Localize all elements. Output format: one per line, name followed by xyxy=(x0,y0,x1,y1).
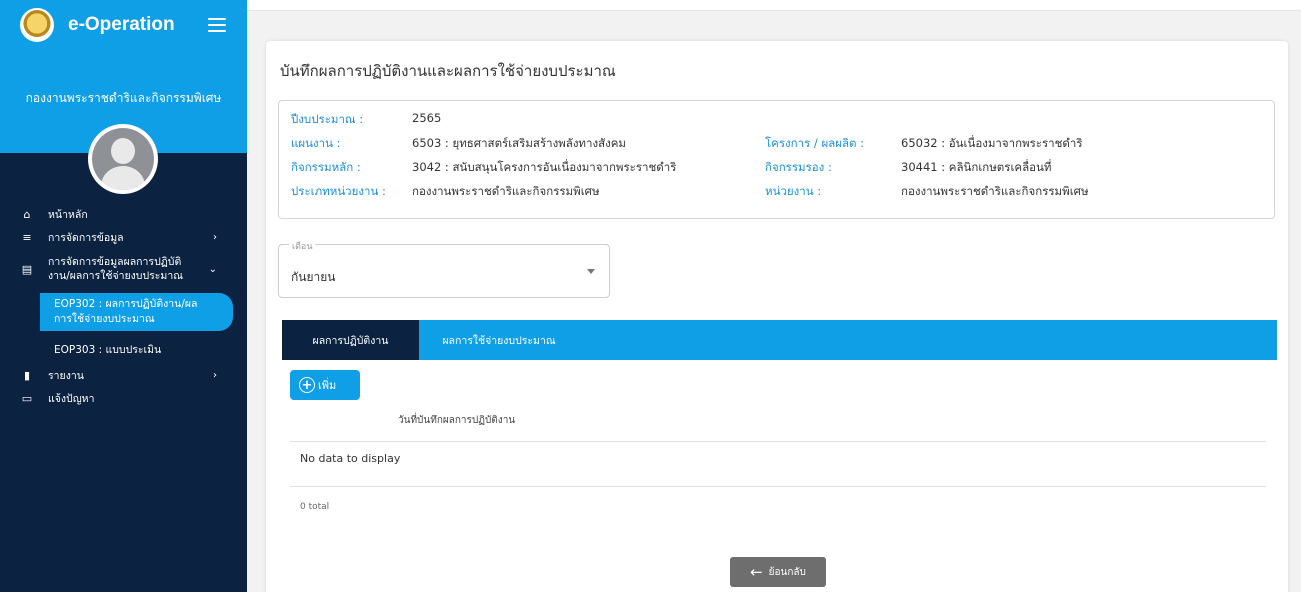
sidebar-nav: ⌂ หน้าหลัก ≡ การจัดการข้อมูล › ▤ การจัดก… xyxy=(0,203,247,410)
plus-circle-icon: + xyxy=(299,377,315,393)
add-button-label: เพิ่ม xyxy=(318,379,337,392)
info-panel: ปีงบประมาณ : 2565 แผนงาน : 6503 : ยุทธศา… xyxy=(278,100,1275,219)
chevron-right-icon: › xyxy=(213,232,217,243)
sub-activity-value: 30441 : คลินิกเกษตรเคลื่อนที่ xyxy=(901,160,1052,174)
caret-down-icon xyxy=(587,269,595,274)
sidebar-subitem-label-line2: การใช้จ่ายงบประมาณ xyxy=(54,313,155,325)
back-button[interactable]: ← ย้อนกลับ xyxy=(730,557,826,587)
plan-label: แผนงาน : xyxy=(291,136,341,150)
agency-label: หน่วยงาน : xyxy=(765,184,822,198)
no-data-message: No data to display xyxy=(300,452,401,465)
user-icon xyxy=(92,128,154,190)
page-title: บันทึกผลการปฏิบัติงานและผลการใช้จ่ายงบปร… xyxy=(280,62,616,80)
add-button[interactable]: + เพิ่ม xyxy=(290,370,360,400)
sub-activity-label: กิจกรรมรอง : xyxy=(765,160,832,174)
main-activity-label: กิจกรรมหลัก : xyxy=(291,160,361,174)
project-value: 65032 : อันเนื่องมาจากพระราชดำริ xyxy=(901,136,1083,150)
sidebar-item-label: หน้าหลัก xyxy=(48,209,88,221)
back-button-label: ย้อนกลับ xyxy=(768,566,806,578)
tab-performance[interactable]: ผลการปฏิบัติงาน xyxy=(282,320,419,360)
hamburger-menu-icon[interactable] xyxy=(208,18,226,32)
month-select-value: กันยายน xyxy=(291,270,336,284)
book-icon: ▮ xyxy=(23,369,31,382)
list-icon: ≡ xyxy=(22,231,32,244)
sidebar-item-label-line1: การจัดการข้อมูลผลการปฏิบัติ xyxy=(48,256,182,268)
sidebar-item-label: รายงาน xyxy=(48,370,84,382)
fiscal-year-label: ปีงบประมาณ : xyxy=(291,112,364,126)
sidebar-item-report-problem[interactable]: ▭ แจ้งปัญหา xyxy=(0,387,247,410)
top-bar xyxy=(247,0,1301,11)
org-name: กองงานพระราชดำริและกิจกรรมพิเศษ xyxy=(25,91,222,105)
sidebar-item-label: การจัดการข้อมูลผลการปฏิบัติ งาน/ผลการใช้… xyxy=(48,255,183,283)
agency-type-value: กองงานพระราชดำริและกิจกรรมพิเศษ xyxy=(412,184,600,198)
month-select-label: เดือน xyxy=(289,239,316,253)
sidebar-item-label-line2: งาน/ผลการใช้จ่ายงบประมาณ xyxy=(48,270,183,282)
fiscal-year-value: 2565 xyxy=(412,111,442,125)
sidebar-subitem-eop303[interactable]: EOP303 : แบบประเมิน xyxy=(40,331,233,364)
brand-name: e-Operation xyxy=(68,14,175,35)
sidebar-item-report[interactable]: ▮ รายงาน › xyxy=(0,364,247,387)
plan-value: 6503 : ยุทธศาสตร์เสริมสร้างพลังทางสังคม xyxy=(412,136,626,150)
month-select[interactable]: เดือน กันยายน xyxy=(278,239,610,298)
total-count: 0 total xyxy=(300,502,330,512)
main-card: บันทึกผลการปฏิบัติงานและผลการใช้จ่ายงบปร… xyxy=(266,41,1288,592)
chevron-down-icon: ⌄ xyxy=(208,263,217,275)
sidebar-item-label: แจ้งปัญหา xyxy=(48,393,95,405)
agency-type-label: ประเภทหน่วยงาน : xyxy=(291,184,386,198)
sidebar-item-home[interactable]: ⌂ หน้าหลัก xyxy=(0,203,247,226)
agency-value: กองงานพระราชดำริและกิจกรรมพิเศษ xyxy=(901,184,1089,198)
divider xyxy=(290,486,1266,487)
avatar xyxy=(88,124,158,194)
main-activity-value: 3042 : สนับสนุนโครงการอันเนื่องมาจากพระร… xyxy=(412,160,677,174)
arrow-left-icon: ← xyxy=(750,562,763,581)
sidebar-item-performance-management[interactable]: ▤ การจัดการข้อมูลผลการปฏิบัติ งาน/ผลการใ… xyxy=(0,249,247,289)
document-icon: ▤ xyxy=(21,262,33,276)
brand[interactable]: e-Operation xyxy=(20,8,175,42)
sidebar-subitem-label: EOP303 : แบบประเมิน xyxy=(54,344,162,356)
sidebar-subitem-eop302[interactable]: EOP302 : ผลการปฏิบัติงาน/ผล การใช้จ่ายงบ… xyxy=(40,293,233,331)
logo-icon xyxy=(20,8,54,42)
home-icon: ⌂ xyxy=(23,208,31,221)
tab-bar: ผลการปฏิบัติงาน ผลการใช้จ่ายงบประมาณ xyxy=(282,320,1277,360)
sidebar-item-label: การจัดการข้อมูล xyxy=(48,232,124,244)
divider xyxy=(290,441,1266,442)
sidebar-subitem-label-line1: EOP302 : ผลการปฏิบัติงาน/ผล xyxy=(54,298,198,310)
tab-budget-spending[interactable]: ผลการใช้จ่ายงบประมาณ xyxy=(419,320,579,360)
column-header-record-date: วันที่บันทึกผลการปฏิบัติงาน xyxy=(398,415,516,426)
chevron-right-icon: › xyxy=(213,370,217,381)
chat-icon: ▭ xyxy=(21,392,33,405)
sidebar-item-data-management[interactable]: ≡ การจัดการข้อมูล › xyxy=(0,226,247,249)
project-label: โครงการ / ผลผลิต : xyxy=(765,136,865,150)
sidebar: e-Operation กองงานพระราชดำริและกิจกรรมพิ… xyxy=(0,0,247,592)
